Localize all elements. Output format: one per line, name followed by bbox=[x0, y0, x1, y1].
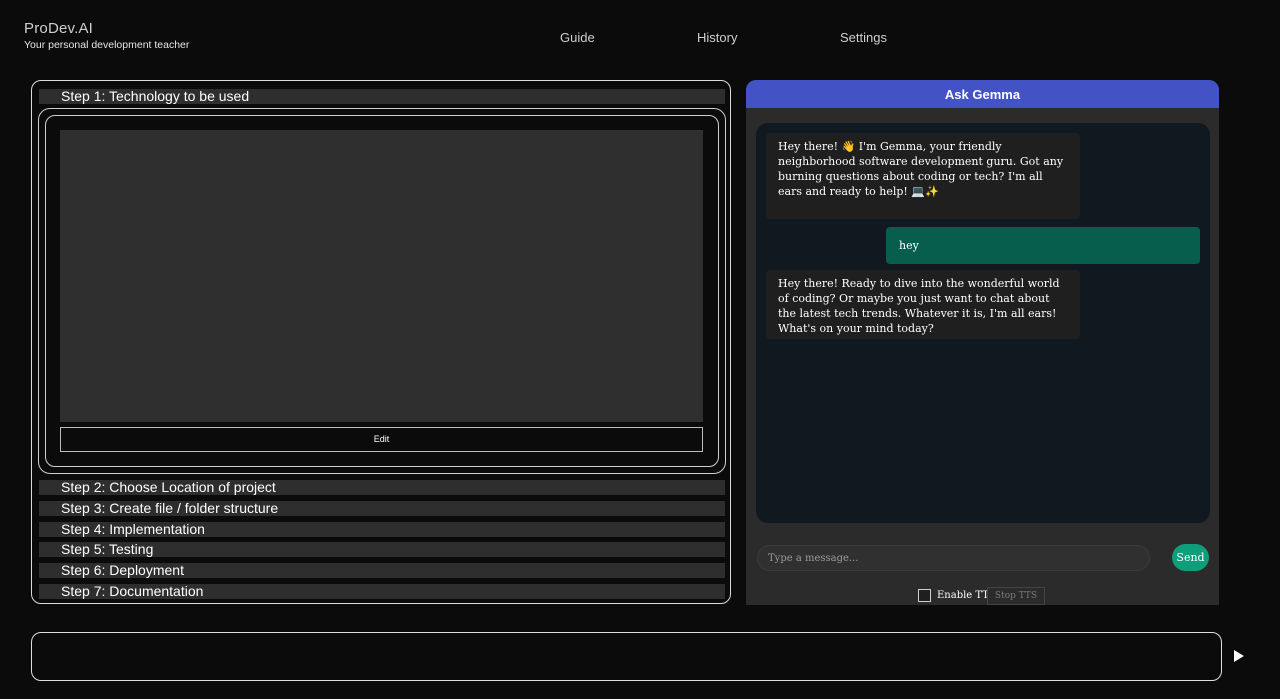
chat-panel: Ask Gemma Hey there! 👋 I'm Gemma, your f… bbox=[746, 80, 1219, 605]
app-name: ProDev.AI bbox=[24, 20, 94, 37]
app-tagline: Your personal development teacher bbox=[24, 39, 190, 51]
chat-message-input[interactable] bbox=[757, 545, 1150, 571]
chat-title: Ask Gemma bbox=[746, 80, 1219, 108]
nav-guide[interactable]: Guide bbox=[560, 30, 595, 45]
chat-log[interactable]: Hey there! 👋 I'm Gemma, your friendly ne… bbox=[756, 123, 1210, 523]
steps-panel: Step 1: Technology to be used Edit Step … bbox=[31, 80, 731, 604]
step-2-header[interactable]: Step 2: Choose Location of project bbox=[39, 480, 725, 495]
step-3-header[interactable]: Step 3: Create file / folder structure bbox=[39, 501, 725, 516]
send-button[interactable]: Send bbox=[1172, 544, 1209, 571]
brand: ProDev.AI Your personal development teac… bbox=[24, 20, 189, 51]
stop-tts-button[interactable]: Stop TTS bbox=[987, 587, 1045, 605]
play-icon[interactable] bbox=[1234, 650, 1244, 662]
step-7-header[interactable]: Step 7: Documentation bbox=[39, 584, 725, 599]
step-5-header[interactable]: Step 5: Testing bbox=[39, 542, 725, 557]
edit-button[interactable]: Edit bbox=[60, 427, 703, 452]
step-4-header[interactable]: Step 4: Implementation bbox=[39, 522, 725, 537]
terminal-input[interactable] bbox=[31, 632, 1222, 681]
step-6-header[interactable]: Step 6: Deployment bbox=[39, 563, 725, 578]
assistant-message: Hey there! 👋 I'm Gemma, your friendly ne… bbox=[766, 133, 1080, 219]
step-1-text-area[interactable] bbox=[60, 130, 703, 422]
assistant-message: Hey there! Ready to dive into the wonder… bbox=[766, 270, 1080, 339]
user-message: hey bbox=[886, 227, 1200, 264]
enable-tts-checkbox[interactable] bbox=[918, 589, 931, 602]
nav-history[interactable]: History bbox=[697, 30, 737, 45]
step-1-content-inner: Edit bbox=[45, 115, 719, 467]
step-1-content-frame: Edit bbox=[38, 108, 726, 474]
step-1-header[interactable]: Step 1: Technology to be used bbox=[39, 89, 725, 104]
nav-settings[interactable]: Settings bbox=[840, 30, 887, 45]
